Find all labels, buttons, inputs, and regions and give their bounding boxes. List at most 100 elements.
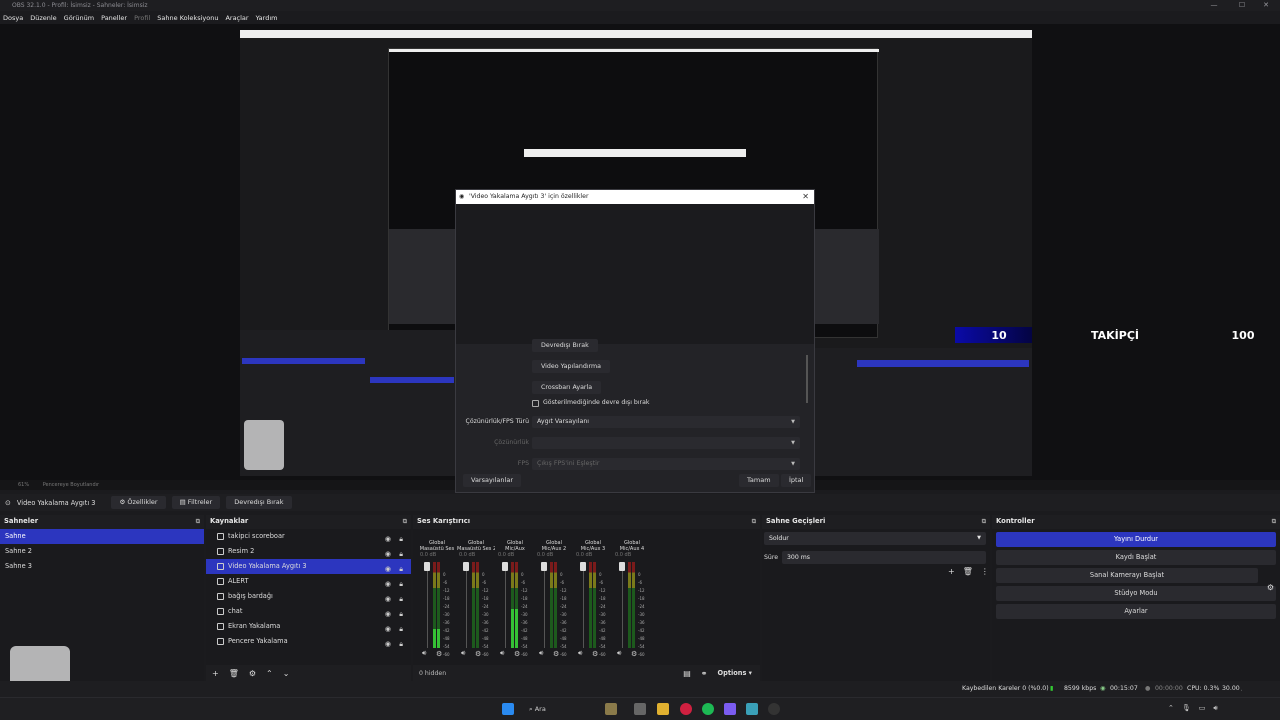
source-item[interactable]: Video Yakalama Aygıtı 3 ◉ 🔒︎ xyxy=(206,559,411,574)
gear-icon[interactable]: ⚙ xyxy=(249,669,256,678)
taskbar-search[interactable]: ⌕ Ara xyxy=(523,702,595,717)
spotify-icon[interactable] xyxy=(702,703,714,715)
ok-button[interactable]: Tamam xyxy=(739,474,779,487)
gear-icon[interactable]: ⚙ xyxy=(1267,583,1274,592)
close-icon[interactable]: ✕ xyxy=(802,190,809,204)
deactivate-device-button[interactable]: Devredışı Bırak xyxy=(532,339,598,352)
settings-button[interactable]: Ayarlar xyxy=(996,604,1276,619)
volume-fader[interactable] xyxy=(466,562,467,648)
fader-knob[interactable] xyxy=(541,562,547,571)
file-explorer-icon[interactable] xyxy=(657,703,669,715)
deactivate-button[interactable]: Devredışı Bırak xyxy=(226,496,292,509)
fader-knob[interactable] xyxy=(424,562,430,571)
source-item[interactable]: Resim 2 ◉ 🔒︎ xyxy=(206,544,411,559)
opera-icon[interactable] xyxy=(680,703,692,715)
lock-icon[interactable]: 🔒︎ xyxy=(399,637,403,652)
menu-profil[interactable]: Profil xyxy=(134,14,150,22)
speaker-icon[interactable]: 🔊︎ xyxy=(422,649,426,658)
link-icon[interactable]: ⚭ xyxy=(701,669,708,678)
volume-fader[interactable] xyxy=(622,562,623,648)
menu-araclar[interactable]: Araçlar xyxy=(225,14,248,22)
layout-icon[interactable]: ▤ xyxy=(683,669,691,678)
close-window-button[interactable]: ✕ xyxy=(1256,0,1276,11)
menu-paneller[interactable]: Paneller xyxy=(101,14,127,22)
scene-item[interactable]: Sahne 3 xyxy=(0,559,204,574)
speaker-icon[interactable]: 🔊︎ xyxy=(1213,704,1217,713)
scrollbar[interactable] xyxy=(806,355,808,403)
properties-button[interactable]: ⚙ Özellikler xyxy=(111,496,166,509)
speaker-icon[interactable]: 🔊︎ xyxy=(578,649,582,658)
speaker-icon[interactable]: 🔊︎ xyxy=(617,649,621,658)
source-item[interactable]: chat ◉ 🔒︎ xyxy=(206,604,411,619)
duration-input[interactable]: 300 ms xyxy=(782,551,986,564)
resolution-select[interactable]: ▼ xyxy=(532,437,800,449)
gear-icon[interactable]: ⚙ xyxy=(514,650,520,658)
transition-select[interactable]: Soldur ▼ xyxy=(764,532,986,545)
minimize-button[interactable]: — xyxy=(1204,0,1224,11)
source-item[interactable]: Ekran Yakalama ◉ 🔒︎ xyxy=(206,619,411,634)
start-virtual-camera-button[interactable]: Sanal Kamerayı Başlat xyxy=(996,568,1258,583)
studio-mode-button[interactable]: Stüdyo Modu xyxy=(996,586,1276,601)
obs-icon[interactable] xyxy=(768,703,780,715)
add-icon[interactable]: + xyxy=(948,567,955,576)
menu-sahne-koleksiyonu[interactable]: Sahne Koleksiyonu xyxy=(157,14,218,22)
zoom-level[interactable]: 61% xyxy=(18,482,29,488)
maximize-button[interactable]: ☐ xyxy=(1232,0,1252,11)
microphone-icon[interactable]: 🎙︎ xyxy=(1182,704,1191,713)
scene-item[interactable]: Sahne xyxy=(0,529,204,544)
speaker-icon[interactable]: 🔊︎ xyxy=(461,649,465,658)
menu-dosya[interactable]: Dosya xyxy=(3,14,23,22)
menu-gorunum[interactable]: Görünüm xyxy=(64,14,94,22)
fader-knob[interactable] xyxy=(502,562,508,571)
app-icon[interactable] xyxy=(746,703,758,715)
source-item[interactable]: bağış bardağı ◉ 🔒︎ xyxy=(206,589,411,604)
res-fps-select[interactable]: Aygıt Varsayılanı ▼ xyxy=(532,416,800,428)
defaults-button[interactable]: Varsayılanlar xyxy=(463,474,521,487)
start-recording-button[interactable]: Kaydı Başlat xyxy=(996,550,1276,565)
trash-icon[interactable]: 🗑︎ xyxy=(229,669,239,678)
volume-fader[interactable] xyxy=(544,562,545,648)
windows-start-icon[interactable] xyxy=(502,703,514,715)
popout-icon[interactable]: ⧉ xyxy=(1272,515,1276,528)
widget-icon[interactable] xyxy=(605,703,617,715)
video-config-button[interactable]: Video Yapılandırma xyxy=(532,360,611,373)
volume-fader[interactable] xyxy=(505,562,506,648)
fit-window[interactable]: Pencereye Boyutlandır xyxy=(43,482,99,488)
speaker-icon[interactable]: 🔊︎ xyxy=(539,649,543,658)
trash-icon[interactable]: 🗑︎ xyxy=(963,567,973,576)
popout-icon[interactable]: ⧉ xyxy=(982,515,986,528)
monitor-icon[interactable]: ▭ xyxy=(1199,704,1206,713)
gear-icon[interactable]: ⚙ xyxy=(592,650,598,658)
popout-icon[interactable]: ⧉ xyxy=(403,515,407,528)
disable-when-hidden-checkbox[interactable] xyxy=(532,400,539,407)
crossbar-button[interactable]: Crossbarı Ayarla xyxy=(532,381,602,394)
discord-icon[interactable] xyxy=(724,703,736,715)
volume-fader[interactable] xyxy=(427,562,428,648)
menu-yardim[interactable]: Yardım xyxy=(256,14,278,22)
stop-stream-button[interactable]: Yayını Durdur xyxy=(996,532,1276,547)
chevron-up-icon[interactable]: ⌃ xyxy=(266,669,273,678)
task-view-icon[interactable] xyxy=(634,703,646,715)
fader-knob[interactable] xyxy=(463,562,469,571)
more-icon[interactable]: ⋮ xyxy=(981,567,989,576)
mixer-options-button[interactable]: Options ▾ xyxy=(718,669,753,677)
eye-icon[interactable]: ◉ xyxy=(385,637,391,652)
chevron-down-icon[interactable]: ⌄ xyxy=(283,669,290,678)
source-item[interactable]: takipci scoreboar ◉ 🔒︎ xyxy=(206,529,411,544)
gear-icon[interactable]: ⚙ xyxy=(553,650,559,658)
scene-item[interactable]: Sahne 2 xyxy=(0,544,204,559)
popout-icon[interactable]: ⧉ xyxy=(752,515,756,528)
speaker-icon[interactable]: 🔊︎ xyxy=(500,649,504,658)
volume-fader[interactable] xyxy=(583,562,584,648)
menu-duzenle[interactable]: Düzenle xyxy=(30,14,56,22)
cancel-button[interactable]: İptal xyxy=(781,474,812,487)
source-item[interactable]: Pencere Yakalama ◉ 🔒︎ xyxy=(206,634,411,649)
chevron-up-icon[interactable]: ⌃ xyxy=(1168,704,1174,713)
fps-select[interactable]: Çıkış FPS'ini Eşleştir ▼ xyxy=(532,458,800,470)
gear-icon[interactable]: ⚙ xyxy=(436,650,442,658)
add-icon[interactable]: + xyxy=(212,669,219,678)
gear-icon[interactable]: ⚙ xyxy=(631,650,637,658)
fader-knob[interactable] xyxy=(580,562,586,571)
gear-icon[interactable]: ⚙ xyxy=(475,650,481,658)
source-item[interactable]: ALERT ◉ 🔒︎ xyxy=(206,574,411,589)
